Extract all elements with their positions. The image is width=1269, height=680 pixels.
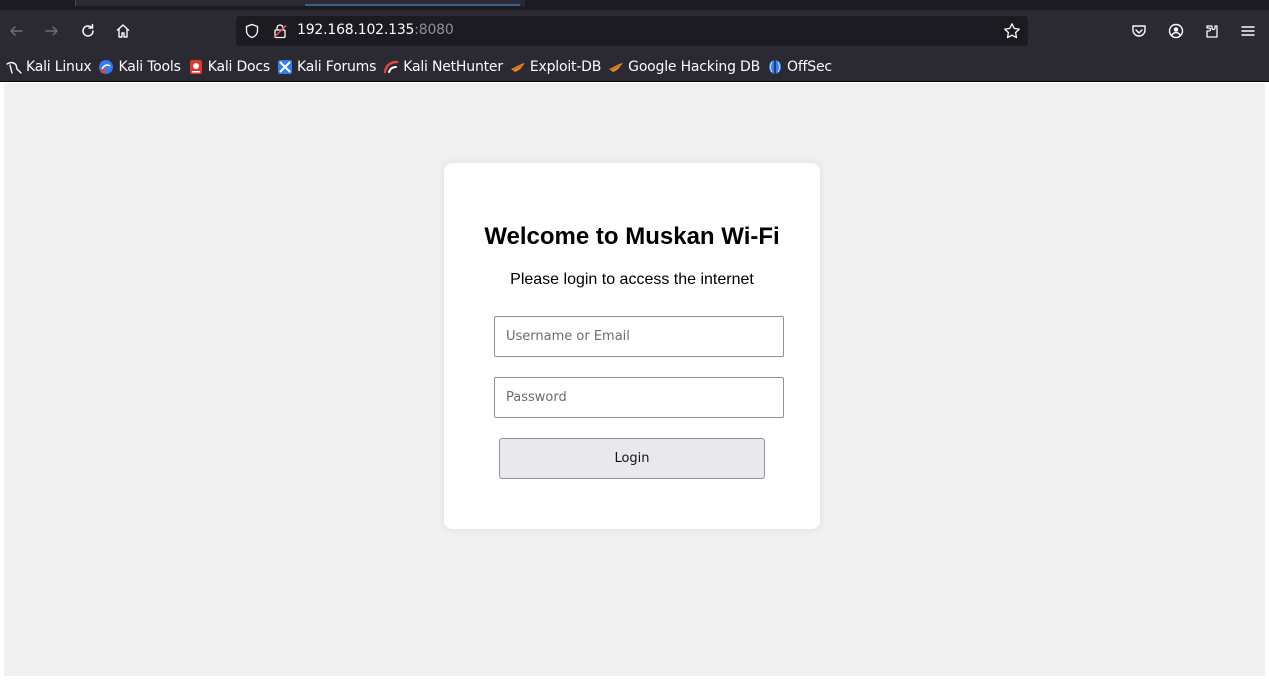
app-menu-button[interactable] (1234, 17, 1262, 45)
arrow-right-icon (45, 26, 58, 36)
pocket-icon (1132, 25, 1146, 37)
extensions-button[interactable] (1198, 17, 1226, 45)
bookmark-label: Google Hacking DB (628, 58, 760, 75)
bookmark-kali-nethunter[interactable]: Kali NetHunter (381, 55, 508, 79)
bookmark-exploit-db[interactable]: Exploit-DB (508, 55, 606, 79)
page-title: Welcome to Muskan Wi-Fi (484, 223, 780, 250)
bookmarks-toolbar: Kali Linux Kali Tools Kali Docs Kali For… (0, 52, 1269, 82)
bookmark-kali-forums[interactable]: Kali Forums (275, 55, 381, 79)
bookmark-label: Exploit-DB (529, 58, 602, 75)
bookmark-label: Kali Tools (118, 58, 181, 75)
bookmark-kali-tools[interactable]: Kali Tools (96, 55, 185, 79)
bookmark-google-hacking-db[interactable]: Google Hacking DB (606, 55, 765, 79)
window-border-right (1265, 83, 1269, 680)
page-viewport: Welcome to Muskan Wi-Fi Please login to … (4, 83, 1265, 676)
kali-forums-icon (277, 59, 293, 75)
arrow-left-icon (10, 26, 23, 36)
tab-strip (0, 0, 1269, 10)
bookmark-label: Kali Linux (26, 58, 92, 75)
password-field[interactable] (494, 377, 784, 418)
login-card: Welcome to Muskan Wi-Fi Please login to … (444, 163, 820, 529)
shield-icon[interactable] (244, 23, 260, 39)
login-button[interactable]: Login (499, 438, 765, 479)
offsec-icon (767, 59, 783, 75)
url-bar[interactable]: 192.168.102.135:8080 (236, 16, 1028, 46)
account-icon (1168, 23, 1184, 39)
bookmark-label: Kali Docs (207, 58, 270, 75)
back-button[interactable] (2, 17, 30, 45)
reload-icon (82, 23, 94, 37)
bookmark-kali-docs[interactable]: Kali Docs (186, 55, 275, 79)
bookmark-label: Kali NetHunter (403, 58, 503, 75)
account-button[interactable] (1162, 17, 1190, 45)
nethunter-icon (383, 59, 399, 75)
bookmark-kali-linux[interactable]: Kali Linux (4, 55, 96, 79)
url-port: :8080 (414, 22, 454, 38)
kali-dragon-icon (6, 59, 22, 75)
exploit-db-icon (510, 59, 526, 75)
ghdb-icon (608, 59, 624, 75)
active-tab-indicator (305, 4, 520, 6)
navigation-toolbar: 192.168.102.135:8080 (0, 10, 1269, 52)
home-icon (116, 24, 130, 38)
bookmark-star-icon[interactable] (1003, 22, 1021, 40)
bookmark-label: Kali Forums (296, 58, 377, 75)
extensions-icon (1206, 25, 1218, 38)
insecure-lock-icon[interactable] (272, 23, 288, 39)
pocket-button[interactable] (1125, 17, 1153, 45)
bookmark-offsec[interactable]: OffSec (765, 55, 837, 79)
url-text[interactable]: 192.168.102.135:8080 (297, 22, 454, 38)
url-host: 192.168.102.135 (297, 22, 415, 38)
home-button[interactable] (109, 17, 137, 45)
username-field[interactable] (494, 316, 784, 357)
forward-button[interactable] (38, 17, 66, 45)
menu-icon (1241, 26, 1255, 36)
page-subtitle: Please login to access the internet (510, 271, 754, 288)
bookmark-label: OffSec (787, 58, 832, 75)
reload-button[interactable] (74, 17, 102, 45)
kali-tools-icon (98, 59, 114, 75)
kali-docs-icon (188, 59, 204, 75)
